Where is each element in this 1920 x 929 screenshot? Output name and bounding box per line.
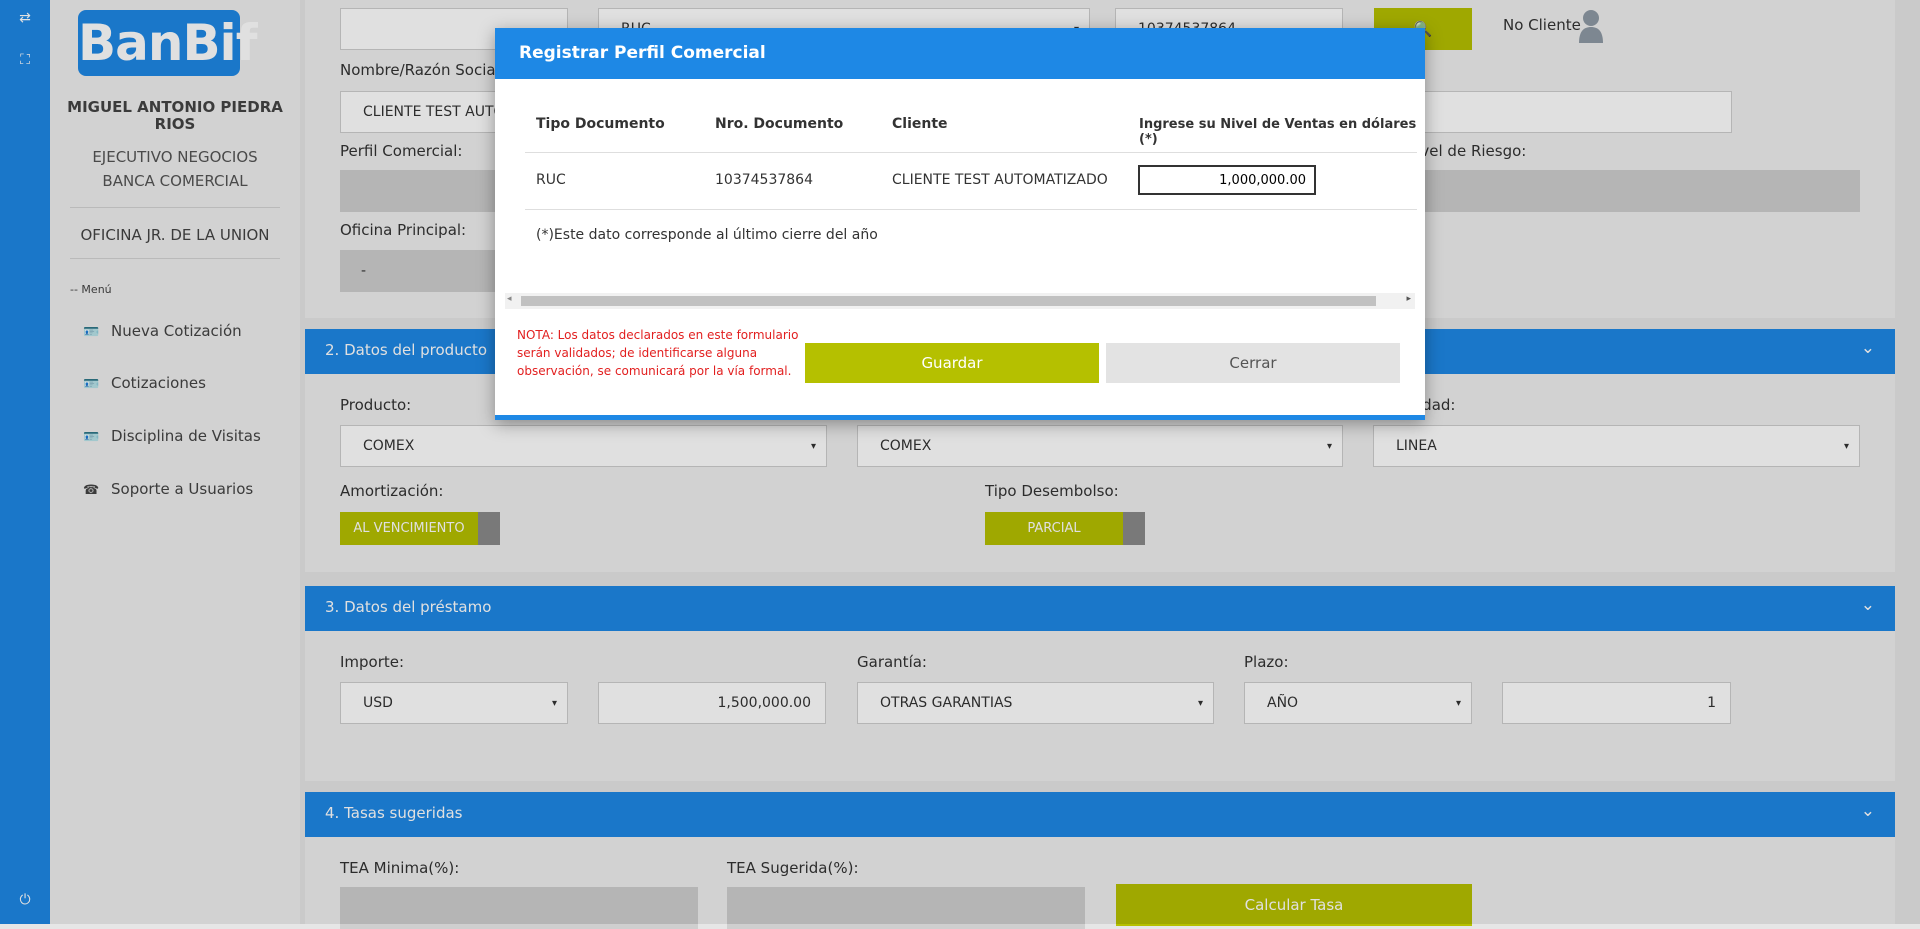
col-nro-documento: Nro. Documento <box>715 116 844 132</box>
cell-cliente: CLIENTE TEST AUTOMATIZADO <box>892 172 1108 188</box>
scrollbar-thumb[interactable] <box>521 296 1376 306</box>
registrar-perfil-modal: Registrar Perfil Comercial Tipo Document… <box>495 28 1425 420</box>
guardar-button[interactable]: Guardar <box>805 343 1099 383</box>
cell-nro-documento: 10374537864 <box>715 172 813 188</box>
col-nivel-ventas: Ingrese su Nivel de Ventas en dólares (*… <box>1139 117 1417 147</box>
sales-level-input[interactable] <box>1138 165 1316 195</box>
cerrar-button[interactable]: Cerrar <box>1106 343 1400 383</box>
modal-title: Registrar Perfil Comercial <box>519 43 766 63</box>
modal-header: Registrar Perfil Comercial <box>495 28 1425 79</box>
scroll-left-icon[interactable]: ◂ <box>507 294 512 304</box>
modal-footnote: (*)Este dato corresponde al último cierr… <box>536 227 878 243</box>
table-header-divider <box>525 152 1417 153</box>
scroll-right-icon[interactable]: ▸ <box>1406 294 1411 304</box>
cell-tipo-documento: RUC <box>536 172 566 188</box>
col-cliente: Cliente <box>892 116 948 132</box>
horizontal-scrollbar[interactable]: ◂ ▸ <box>505 293 1415 309</box>
col-tipo-documento: Tipo Documento <box>536 116 665 132</box>
modal-footer-bar <box>495 415 1425 420</box>
table-row-divider <box>525 209 1417 210</box>
validation-note: NOTA: Los datos declarados en este formu… <box>517 328 799 378</box>
